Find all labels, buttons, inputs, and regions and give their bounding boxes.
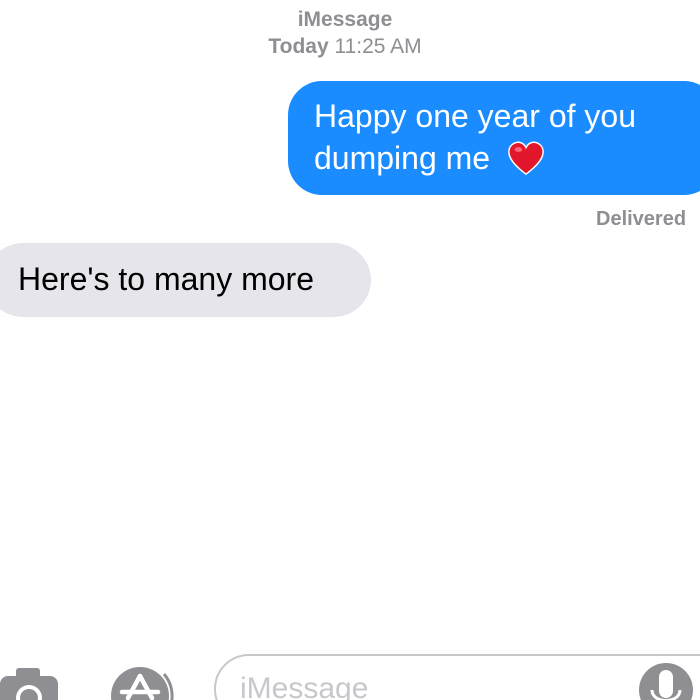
message-text-line: Happy one year of you: [314, 98, 636, 134]
timestamp-time: 11:25 AM: [334, 35, 422, 58]
timestamp-day: Today: [268, 35, 329, 58]
red-heart-emoji-icon: [508, 141, 544, 176]
message-input-bar: iMessage: [0, 640, 700, 700]
outgoing-message-bubble[interactable]: Happy one year of you dumping me: [288, 81, 700, 195]
camera-icon[interactable]: [0, 666, 66, 700]
message-input-placeholder: iMessage: [240, 672, 369, 700]
microphone-icon[interactable]: [636, 660, 696, 700]
app-store-icon[interactable]: [104, 658, 186, 700]
thread-header: iMessage Today 11:25 AM: [0, 6, 700, 60]
message-input-field[interactable]: iMessage: [214, 654, 700, 700]
delivered-status: Delivered: [596, 208, 687, 230]
message-text: Here's to many more: [18, 261, 314, 297]
message-text-line: dumping me: [314, 140, 491, 176]
service-label: iMessage: [297, 8, 393, 31]
timestamp: Today 11:25 AM: [0, 33, 700, 60]
incoming-message-bubble[interactable]: Here's to many more: [0, 243, 371, 317]
imessage-screen: iMessage Today 11:25 AM Happy one year o…: [0, 0, 700, 700]
